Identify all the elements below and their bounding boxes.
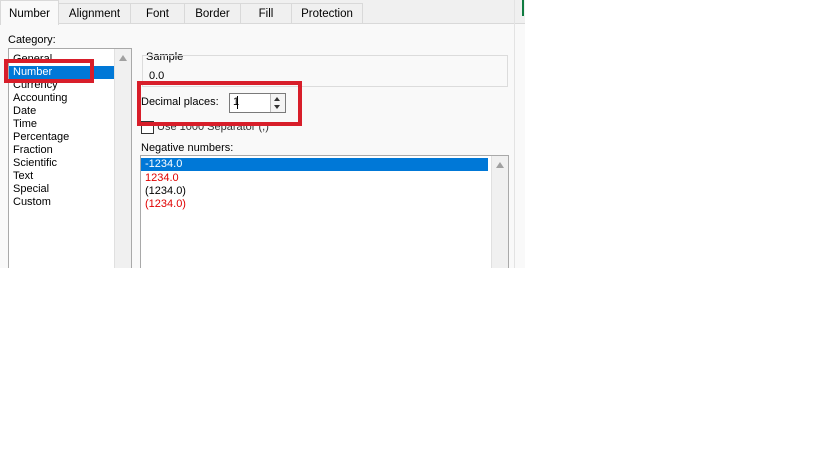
format-cells-dialog: Number Alignment Font Border Fill Protec… [0,0,525,268]
tab-strip: Number Alignment Font Border Fill Protec… [0,0,525,25]
category-item-fraction[interactable]: Fraction [13,144,53,157]
category-item-percentage[interactable]: Percentage [13,131,69,144]
category-item-scientific[interactable]: Scientific [13,157,57,170]
panel-divider [514,0,515,268]
category-item-special[interactable]: Special [13,183,49,196]
number-category-highlight [4,59,94,83]
scroll-up-arrow-icon[interactable] [119,55,127,61]
negative-item-parens[interactable]: (1234.0) [145,185,186,198]
tab-number[interactable]: Number [0,0,59,25]
tab-font[interactable]: Font [130,3,185,24]
negative-item-red[interactable]: 1234.0 [145,172,179,185]
negative-numbers-scrollbar[interactable] [491,156,508,268]
scroll-up-arrow-icon[interactable] [496,162,504,168]
category-item-text[interactable]: Text [13,170,33,183]
category-scrollbar[interactable] [114,49,131,268]
tab-border[interactable]: Border [184,3,241,24]
tab-alignment[interactable]: Alignment [58,3,131,24]
category-item-custom[interactable]: Custom [13,196,51,209]
category-item-time[interactable]: Time [13,118,37,131]
window-accent [522,0,524,16]
negative-item-parens-red[interactable]: (1234.0) [145,198,186,211]
negative-numbers-label: Negative numbers: [141,142,234,154]
category-label: Category: [8,34,56,46]
category-item-accounting[interactable]: Accounting [13,92,67,105]
negative-item-minus[interactable]: -1234.0 [141,158,488,171]
category-item-date[interactable]: Date [13,105,36,118]
tab-fill[interactable]: Fill [240,3,292,24]
negative-numbers-list[interactable]: -1234.0 1234.0 (1234.0) (1234.0) [140,155,509,268]
decimal-places-highlight [137,81,302,126]
tab-protection[interactable]: Protection [291,3,363,24]
